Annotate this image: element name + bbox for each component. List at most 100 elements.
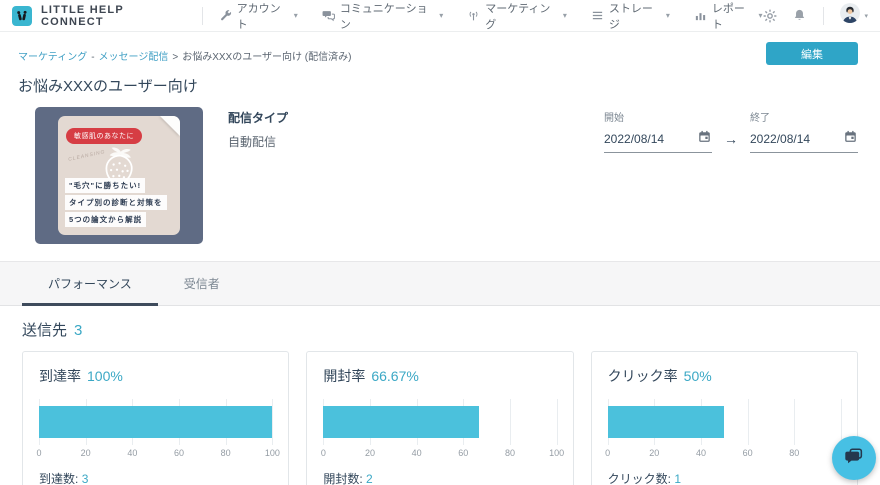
creative-line: タイプ別の診断と対策を: [65, 195, 167, 210]
delivery-type-label: 配信タイプ: [228, 109, 288, 126]
count-label: 到達数: [39, 472, 75, 485]
nav-item-communication[interactable]: コミュニケーション ▾: [322, 0, 443, 32]
top-right-actions: ▾: [762, 3, 868, 28]
breadcrumb-row: マーケティング-メッセージ配信> お悩みXXXのユーザー向け (配信済み) 編集: [0, 32, 880, 65]
end-date-value: 2022/08/14: [750, 132, 810, 146]
start-date-label: 開始: [604, 109, 712, 124]
delivery-meta-section: 敏感肌のあなたに CLEANSING "毛穴"に勝ちたい! タイプ別の診断と対策…: [35, 107, 880, 244]
breadcrumb-current: お悩みXXXのユーザー向け (配信済み): [182, 52, 351, 63]
recipients-label: 送信先: [22, 322, 67, 339]
creative-card: 敏感肌のあなたに CLEANSING "毛穴"に勝ちたい! タイプ別の診断と対策…: [58, 116, 180, 235]
metric-name: クリック率: [608, 368, 678, 384]
divider: [823, 7, 824, 25]
main-nav: アカウント ▾ コミュニケーション ▾ マーケティング ▾ ストレージ ▾ レポ…: [219, 0, 763, 32]
avatar: [840, 3, 860, 28]
card-title: クリック率 50%: [608, 366, 841, 386]
delivery-type: 配信タイプ 自動配信: [228, 107, 288, 244]
count-value: 2: [366, 472, 373, 485]
recipients-count: 3: [74, 322, 82, 339]
card-footer: クリック数: 1: [608, 470, 841, 485]
reach-rate-bar-chart: [39, 399, 272, 445]
chevron-down-icon: ▾: [439, 11, 443, 20]
metric-value: 50%: [684, 368, 712, 384]
chevron-down-icon: ▾: [563, 11, 567, 20]
divider: [202, 7, 203, 25]
metric-value: 100%: [87, 368, 123, 384]
chart-bar: [323, 406, 479, 438]
end-date-label: 終了: [750, 109, 858, 124]
start-date-value: 2022/08/14: [604, 132, 664, 146]
logo-icon: [12, 6, 32, 26]
chart-bar: [39, 406, 272, 438]
creative-line: "毛穴"に勝ちたい!: [65, 178, 145, 193]
calendar-icon[interactable]: [844, 130, 857, 148]
tab-performance[interactable]: パフォーマンス: [22, 262, 158, 305]
chat-launcher-button[interactable]: [832, 436, 876, 480]
end-date-input[interactable]: 2022/08/14: [750, 126, 858, 153]
creative-text-lines: "毛穴"に勝ちたい! タイプ別の診断と対策を 5つの論文から解説: [65, 178, 167, 227]
nav-label: ストレージ: [609, 0, 661, 32]
open-rate-card: 開封率 66.67% 020406080100 開封数: 2: [306, 351, 573, 485]
start-date-group: 開始 2022/08/14: [604, 109, 712, 153]
brand-name: LITTLE HELP CONNECT: [41, 4, 186, 28]
breadcrumb: マーケティング-メッセージ配信> お悩みXXXのユーザー向け (配信済み): [18, 42, 351, 63]
nav-label: コミュニケーション: [340, 0, 434, 32]
count-value: 1: [674, 472, 681, 485]
count-label: クリック数: [608, 472, 668, 485]
calendar-icon[interactable]: [698, 130, 711, 148]
brand[interactable]: LITTLE HELP CONNECT: [12, 4, 186, 28]
chat-bubbles-icon: [322, 9, 335, 22]
antenna-icon: [467, 9, 480, 22]
tab-bar: パフォーマンス 受信者: [0, 261, 880, 306]
recipients-summary: 送信先 3: [22, 319, 880, 340]
user-menu[interactable]: ▾: [840, 3, 868, 28]
page-title: お悩みXXXのユーザー向け: [18, 75, 880, 96]
metric-cards: 到達率 100% 020406080100 到達数: 3 開封率 66.67% 02…: [0, 351, 880, 485]
click-rate-card: クリック率 50% 020406080100 クリック数: 1: [591, 351, 858, 485]
breadcrumb-separator: >: [172, 52, 178, 63]
chat-bubbles-icon: [843, 445, 865, 472]
gear-icon[interactable]: [762, 8, 778, 24]
reach-rate-card: 到達率100% 020406080100 到達数: 3: [22, 351, 289, 485]
chevron-down-icon: ▾: [294, 11, 298, 20]
metric-name: 到達率: [39, 368, 81, 384]
chart-x-axis: 020406080100: [323, 448, 556, 461]
breadcrumb-separator: -: [91, 52, 94, 63]
delivery-type-value: 自動配信: [228, 133, 288, 150]
breadcrumb-link-message-delivery[interactable]: メッセージ配信: [99, 52, 169, 63]
page-fold: [160, 116, 180, 136]
click-rate-bar-chart: [608, 399, 841, 445]
breadcrumb-link-marketing[interactable]: マーケティング: [18, 52, 87, 63]
chart-bar: [608, 406, 725, 438]
schedule: 開始 2022/08/14 → 終了 2022/08/14: [604, 109, 858, 153]
message-preview-thumbnail: 敏感肌のあなたに CLEANSING "毛穴"に勝ちたい! タイプ別の診断と対策…: [35, 107, 203, 244]
open-rate-bar-chart: [323, 399, 556, 445]
metric-name: 開封率: [323, 368, 365, 384]
edit-button[interactable]: 編集: [766, 42, 858, 65]
nav-label: マーケティング: [485, 0, 558, 32]
card-footer: 到達数: 3: [39, 470, 272, 485]
start-date-input[interactable]: 2022/08/14: [604, 126, 712, 153]
nav-item-storage[interactable]: ストレージ ▾: [591, 0, 670, 32]
nav-item-account[interactable]: アカウント ▾: [219, 0, 298, 32]
card-title: 開封率 66.67%: [323, 366, 556, 386]
wrench-icon: [219, 9, 232, 22]
card-title: 到達率 100%: [39, 366, 272, 386]
nav-label: アカウント: [237, 0, 289, 32]
chevron-down-icon: ▾: [666, 11, 670, 20]
arrow-right-icon: →: [724, 131, 738, 147]
bell-icon[interactable]: [792, 8, 807, 23]
list-icon: [591, 9, 604, 22]
bar-chart-icon: [694, 9, 707, 22]
count-value: 3: [82, 472, 89, 485]
top-bar: LITTLE HELP CONNECT アカウント ▾ コミュニケーション ▾ …: [0, 0, 880, 32]
chart-x-axis: 020406080100: [608, 448, 841, 461]
metric-value: 66.67%: [371, 368, 418, 384]
end-date-group: 終了 2022/08/14: [750, 109, 858, 153]
tab-recipients[interactable]: 受信者: [158, 262, 246, 305]
creative-line: 5つの論文から解説: [65, 212, 146, 227]
nav-item-marketing[interactable]: マーケティング ▾: [467, 0, 567, 32]
count-label: 開封数: [323, 472, 359, 485]
nav-item-report[interactable]: レポート ▾: [694, 0, 763, 32]
card-footer: 開封数: 2: [323, 470, 556, 485]
